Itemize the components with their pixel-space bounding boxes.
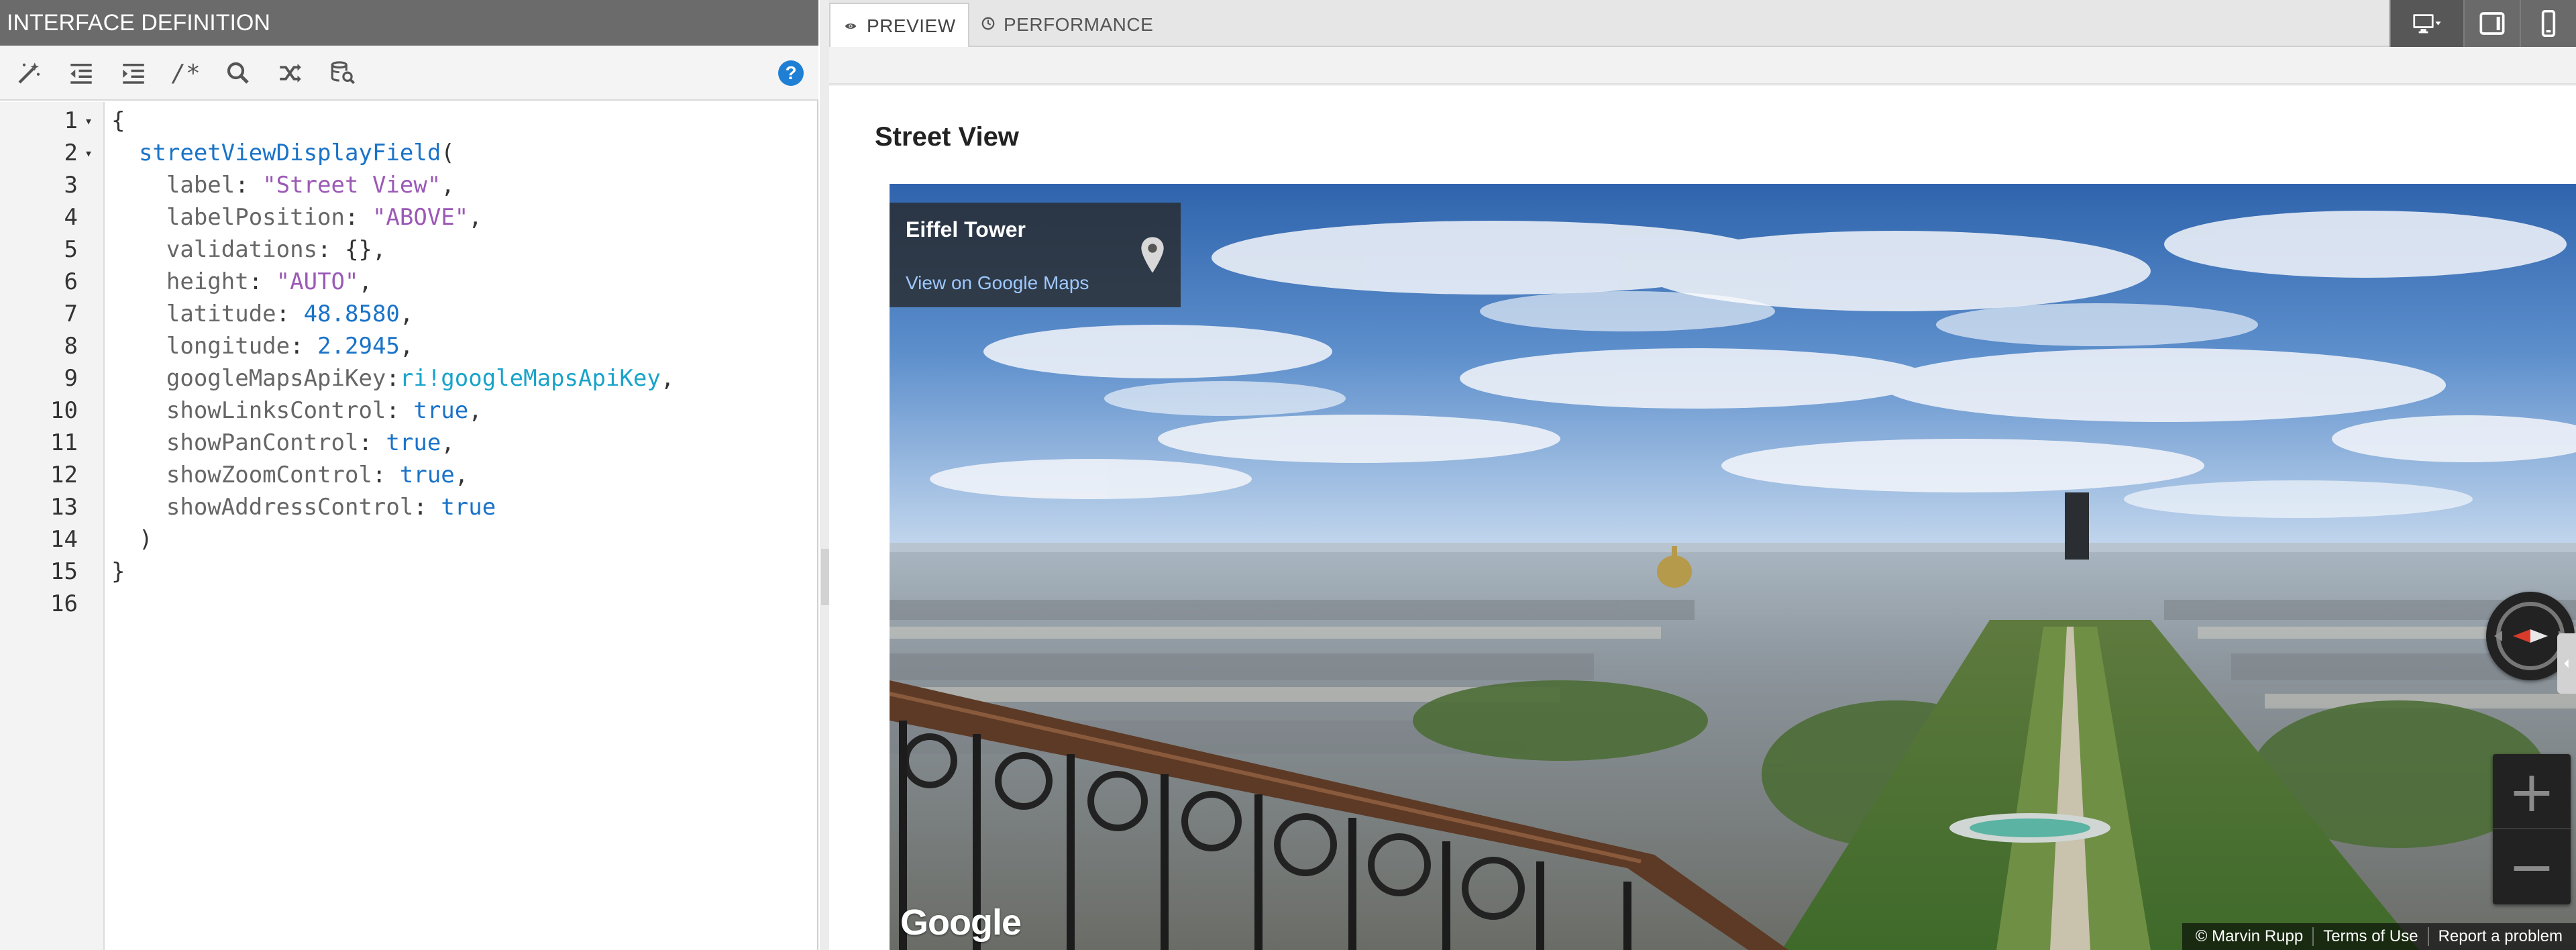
comment-icon[interactable]: /*: [169, 56, 203, 90]
line-number: 2: [64, 140, 78, 166]
code-line[interactable]: 11 showPanControl: true,: [0, 427, 817, 459]
line-number: 7: [64, 301, 78, 327]
line-number: 4: [64, 204, 78, 231]
eye-icon: [843, 5, 859, 50]
code-line[interactable]: 5 validations: {},: [0, 233, 817, 266]
line-number: 6: [64, 268, 78, 295]
preview-panel: PREVIEW PERFORMANCE Street View Eiffel T…: [829, 0, 2576, 950]
code-line[interactable]: 1 ▾ {: [0, 105, 817, 137]
place-name: Eiffel Tower: [906, 217, 1026, 242]
interface-definition-panel: INTERFACE DEFINITION /* ? 1 ▾ {2 ▾ streetVi…: [0, 0, 818, 950]
code-line[interactable]: 2 ▾ streetViewDisplayField(: [0, 137, 817, 169]
code-text: googleMapsApiKey:ri!googleMapsApiKey,: [166, 365, 675, 392]
help-icon[interactable]: ?: [778, 60, 804, 86]
tab-preview[interactable]: PREVIEW: [829, 3, 969, 47]
preview-strip: [829, 47, 2576, 85]
code-text: streetViewDisplayField(: [138, 140, 455, 166]
code-line[interactable]: 12 showZoomControl: true,: [0, 459, 817, 491]
code-text: latitude: 48.8580,: [166, 301, 414, 327]
indent-icon[interactable]: [117, 56, 150, 90]
line-number: 5: [64, 236, 78, 263]
shuffle-icon[interactable]: [274, 56, 307, 90]
clock-icon: [981, 4, 996, 48]
zoom-out-button[interactable]: −: [2493, 829, 2571, 904]
code-text: validations: {},: [166, 236, 386, 263]
place-info-card: Eiffel Tower View on Google Maps: [890, 203, 1181, 307]
code-text: label: "Street View",: [166, 172, 455, 199]
code-line[interactable]: 13 showAddressControl: true: [0, 491, 817, 523]
zoom-control: + −: [2493, 754, 2571, 904]
tab-preview-label: PREVIEW: [867, 15, 956, 36]
editor-toolbar: /* ?: [0, 46, 818, 101]
code-text: showPanControl: true,: [166, 429, 455, 456]
fold-toggle-icon[interactable]: ▾: [82, 137, 95, 169]
fold-toggle-icon[interactable]: ▾: [82, 105, 95, 137]
collapse-right-handle[interactable]: [2557, 633, 2576, 694]
line-number: 10: [50, 397, 78, 424]
line-number: 15: [50, 558, 78, 585]
code-text: {: [111, 107, 125, 134]
outdent-icon[interactable]: [64, 56, 98, 90]
line-number: 16: [50, 590, 78, 617]
code-line[interactable]: 10 showLinksControl: true,: [0, 394, 817, 427]
field-label: Street View: [875, 122, 1019, 152]
search-icon[interactable]: [221, 56, 255, 90]
phone-icon[interactable]: [2520, 0, 2576, 47]
panel-title: INTERFACE DEFINITION: [0, 0, 818, 46]
line-number: 8: [64, 333, 78, 360]
zoom-in-button[interactable]: +: [2493, 754, 2571, 829]
preview-body: Street View Eiffel Tower View on Google …: [829, 86, 2576, 950]
tab-performance[interactable]: PERFORMANCE: [969, 3, 1165, 47]
code-line[interactable]: 3 label: "Street View",: [0, 169, 817, 201]
chevron-left-icon: [2564, 659, 2569, 668]
code-line[interactable]: 15}: [0, 556, 817, 588]
desktop-icon[interactable]: [2390, 0, 2463, 47]
magic-wand-icon[interactable]: [12, 56, 46, 90]
attribution-bar: © Marvin Rupp Terms of Use Report a prob…: [2182, 923, 2576, 950]
line-number: 14: [50, 526, 78, 553]
code-text: showLinksControl: true,: [166, 397, 482, 424]
tab-performance-label: PERFORMANCE: [1004, 14, 1154, 35]
code-line[interactable]: 4 labelPosition: "ABOVE",: [0, 201, 817, 233]
preview-tabbar: PREVIEW PERFORMANCE: [829, 0, 2576, 47]
code-text: ): [111, 526, 153, 553]
code-line[interactable]: 9 googleMapsApiKey:ri!googleMapsApiKey,: [0, 362, 817, 394]
code-line[interactable]: 16: [0, 588, 817, 620]
code-text: }: [111, 558, 125, 585]
code-text: showAddressControl: true: [166, 494, 496, 521]
street-view-panorama[interactable]: Eiffel Tower View on Google Maps + − Goo…: [890, 184, 2576, 950]
database-search-icon[interactable]: [326, 56, 360, 90]
code-text: longitude: 2.2945,: [166, 333, 414, 360]
tablet-icon[interactable]: [2463, 0, 2520, 47]
line-number: 9: [64, 365, 78, 392]
code-line[interactable]: 14 ): [0, 523, 817, 556]
pane-splitter[interactable]: [820, 0, 829, 950]
terms-of-use-link[interactable]: Terms of Use: [2314, 927, 2427, 946]
code-editor[interactable]: 1 ▾{2 ▾ streetViewDisplayField(3 label: "S…: [0, 102, 817, 950]
code-line[interactable]: 8 longitude: 2.2945,: [0, 330, 817, 362]
code-lines: 1 ▾{2 ▾ streetViewDisplayField(3 label: "S…: [0, 105, 817, 620]
line-number: 3: [64, 172, 78, 199]
code-text: showZoomControl: true,: [166, 462, 469, 488]
map-pin-icon[interactable]: [1139, 235, 1166, 275]
code-text: labelPosition: "ABOVE",: [166, 204, 482, 231]
report-problem-link[interactable]: Report a problem: [2429, 927, 2572, 946]
google-logo: Google: [900, 902, 1022, 943]
copyright-text: © Marvin Rupp: [2195, 927, 2304, 945]
device-switcher: [2390, 0, 2576, 47]
code-line[interactable]: 7 latitude: 48.8580,: [0, 298, 817, 330]
line-number: 12: [50, 462, 78, 488]
code-line[interactable]: 6 height: "AUTO",: [0, 266, 817, 298]
view-on-google-maps-link[interactable]: View on Google Maps: [906, 272, 1089, 294]
line-number: 1: [64, 107, 78, 134]
line-number: 13: [50, 494, 78, 521]
code-text: height: "AUTO",: [166, 268, 372, 295]
line-number: 11: [50, 429, 78, 456]
